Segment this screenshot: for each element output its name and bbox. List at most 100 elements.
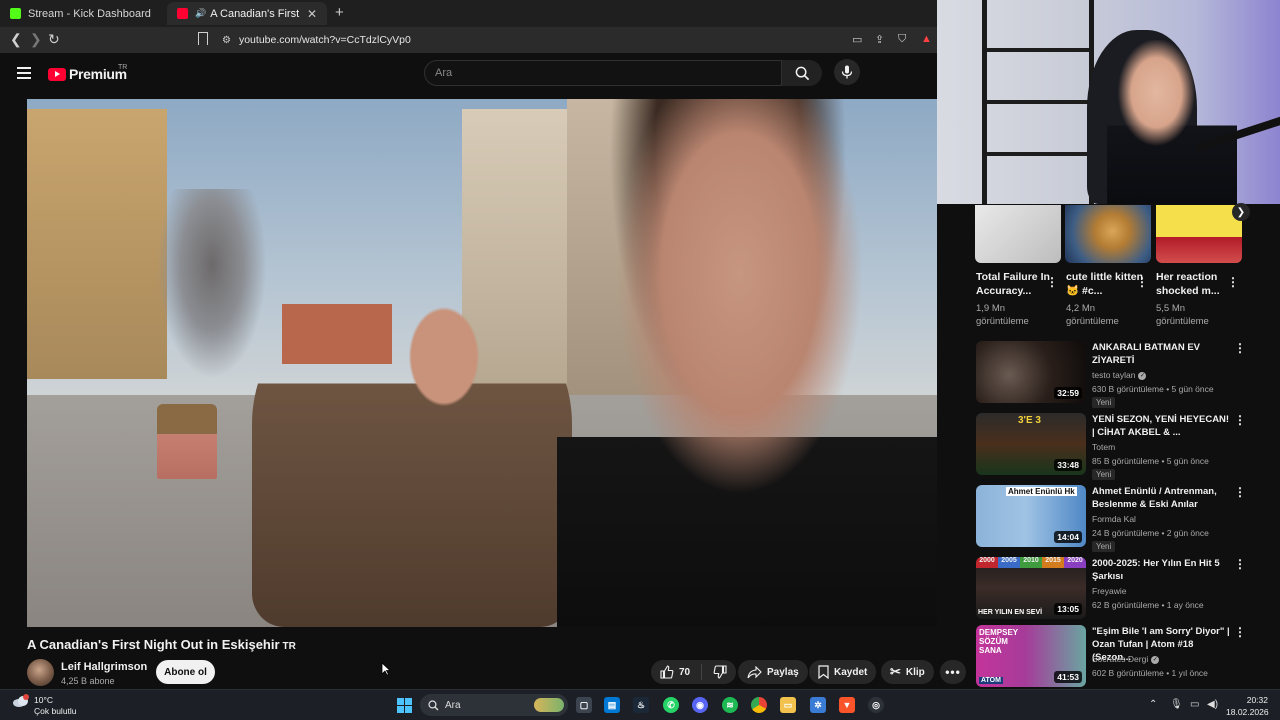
short-views: 4,2 Mn görüntüleme xyxy=(1066,303,1119,327)
recommended-video[interactable]: 3'E 3 33:48 YENİ SEZON, YENİ HEYECAN! | … xyxy=(976,413,1246,480)
short-title[interactable]: Total Failure In Accuracy... xyxy=(976,270,1056,298)
back-icon[interactable]: ❮ xyxy=(10,31,22,48)
tab-label: Stream - Kick Dashboard xyxy=(28,7,151,20)
video-more-icon[interactable]: ⋮ xyxy=(1234,626,1246,638)
thumbs-down-icon[interactable] xyxy=(713,665,727,679)
channel-avatar[interactable] xyxy=(27,659,54,686)
steam-icon[interactable]: ♨ xyxy=(633,697,649,713)
voice-search-button[interactable] xyxy=(834,59,860,85)
webcam-overlay xyxy=(937,0,1280,204)
chevron-right-icon: ❯ xyxy=(1236,206,1246,218)
discord-icon[interactable]: ◉ xyxy=(692,697,708,713)
short-more-icon[interactable]: ⋮ xyxy=(1046,276,1058,288)
weather-temperature: 10°C xyxy=(34,695,53,705)
search-button[interactable] xyxy=(782,60,822,86)
thumb-text: Ahmet Enünlü Hk xyxy=(1006,487,1077,496)
short-thumbnail[interactable] xyxy=(1156,205,1242,263)
video-thumbnail[interactable]: 32:59 xyxy=(976,341,1086,403)
clip-label: Klip xyxy=(905,666,925,678)
recommended-video[interactable]: Ahmet Enünlü Hk 14:04 Ahmet Enünlü / Ant… xyxy=(976,485,1246,552)
microphone-icon xyxy=(841,65,853,79)
taskbar-search[interactable]: Ara xyxy=(420,694,568,716)
thumb-year: 2015 xyxy=(1042,557,1064,568)
reload-icon[interactable]: ↻ xyxy=(48,31,60,48)
brave-browser-icon[interactable]: ▼ xyxy=(839,697,855,713)
tray-overflow-icon[interactable]: ⌃ xyxy=(1149,699,1157,710)
save-label: Kaydet xyxy=(834,666,868,678)
video-more-icon[interactable]: ⋮ xyxy=(1234,486,1246,498)
short-more-icon[interactable]: ⋮ xyxy=(1136,276,1148,288)
youtube-premium-logo[interactable]: Premium TR xyxy=(48,64,127,82)
video-more-icon[interactable]: ⋮ xyxy=(1234,414,1246,426)
weather-widget[interactable] xyxy=(12,694,30,713)
recommended-video[interactable]: 32:59 ANKARALI BATMAN EV ZİYARETİ testo … xyxy=(976,341,1246,408)
video-thumbnail[interactable]: 2000 2005 2010 2015 2020 HER YILIN EN SE… xyxy=(976,557,1086,619)
verified-check-icon: ✓ xyxy=(1138,371,1147,380)
obs-icon[interactable]: ◎ xyxy=(868,697,884,713)
webcam-streamer xyxy=(1107,40,1237,204)
search-icon xyxy=(428,699,439,710)
short-thumbnail[interactable] xyxy=(1065,205,1151,263)
channel-name: Totem xyxy=(1092,442,1116,452)
video-player[interactable] xyxy=(27,99,937,627)
windows-start-icon[interactable] xyxy=(397,698,412,713)
more-actions-button[interactable]: ••• xyxy=(940,660,966,684)
share-label: Paylaş xyxy=(767,666,799,678)
bookmark-icon[interactable] xyxy=(198,32,208,45)
search-icon xyxy=(795,66,809,80)
channel-name[interactable]: Leif Hallgrimson xyxy=(61,661,147,673)
browser-tab-kick[interactable]: Stream - Kick Dashboard xyxy=(0,2,165,25)
short-thumbnail[interactable] xyxy=(975,205,1061,263)
more-horizontal-icon: ••• xyxy=(945,665,961,679)
brave-shield-icon[interactable]: ⛉ xyxy=(898,33,906,46)
network-icon[interactable]: ▭ xyxy=(1190,699,1199,710)
clip-button[interactable]: ✂ Klip xyxy=(881,660,934,684)
video-thumbnail[interactable]: DEMPSEY SÖZÜM SANA ATOM 41:53 xyxy=(976,625,1086,687)
menu-icon[interactable] xyxy=(17,67,31,82)
clock-date: 18.02.2026 xyxy=(1226,707,1269,717)
browser-tab-youtube[interactable]: 🔊 A Canadian's First Night Out ✕ xyxy=(167,2,327,25)
new-tab-icon[interactable]: + xyxy=(335,4,344,21)
speaker-icon[interactable]: 🔊 xyxy=(195,8,206,19)
thumb-year: 2010 xyxy=(1020,557,1042,568)
volume-icon[interactable]: ◀) xyxy=(1207,699,1218,710)
spotify-icon[interactable]: ≋ xyxy=(722,697,738,713)
close-tab-icon[interactable]: ✕ xyxy=(307,7,317,21)
app-settings-icon[interactable]: ✲ xyxy=(810,697,826,713)
tray-microphone-icon[interactable]: 🎙 xyxy=(1170,699,1183,710)
microsoft-store-icon[interactable]: ▤ xyxy=(604,697,620,713)
shorts-next-button[interactable]: ❯ xyxy=(1232,203,1250,221)
share-page-icon[interactable]: ⇪ xyxy=(875,33,884,46)
verified-check-icon: ✓ xyxy=(1151,655,1160,664)
brave-rewards-icon[interactable]: ▲ xyxy=(921,33,932,45)
whatsapp-icon[interactable]: ✆ xyxy=(663,697,679,713)
video-more-icon[interactable]: ⋮ xyxy=(1234,558,1246,570)
like-button[interactable]: 70 xyxy=(660,665,690,679)
file-explorer-icon[interactable]: ▭ xyxy=(780,697,796,713)
task-view-icon[interactable]: ▢ xyxy=(576,697,592,713)
cast-icon[interactable]: ▭ xyxy=(852,33,862,46)
video-title: A Canadian's First Night Out in Eskişehi… xyxy=(27,637,296,652)
video-duration: 33:48 xyxy=(1054,459,1082,471)
bookmark-save-icon xyxy=(818,665,829,679)
recommended-video[interactable]: DEMPSEY SÖZÜM SANA ATOM 41:53 "Eşim Bile… xyxy=(976,625,1246,691)
thumb-years: 2000 2005 2010 2015 2020 xyxy=(976,557,1086,568)
recommended-video[interactable]: 2000 2005 2010 2015 2020 HER YILIN EN SE… xyxy=(976,557,1246,623)
short-title[interactable]: Her reaction shocked m... xyxy=(1156,270,1236,298)
forward-icon[interactable]: ❯ xyxy=(30,31,42,48)
address-bar[interactable]: ⚙ youtube.com/watch?v=CcTdzlCyVp0 xyxy=(222,30,937,50)
save-button[interactable]: Kaydet xyxy=(809,660,877,684)
video-thumbnail[interactable]: Ahmet Enünlü Hk 14:04 xyxy=(976,485,1086,547)
short-more-icon[interactable]: ⋮ xyxy=(1227,276,1239,288)
share-button[interactable]: Paylaş xyxy=(738,660,808,684)
search-input[interactable] xyxy=(425,61,765,85)
weather-description: Çok bulutlu xyxy=(34,706,77,716)
video-thumbnail[interactable]: 3'E 3 33:48 xyxy=(976,413,1086,475)
site-info-icon[interactable]: ⚙ xyxy=(222,35,231,46)
taskbar-clock[interactable]: 20:32 18.02.2026 xyxy=(1226,694,1269,718)
short-title[interactable]: cute little kitten 🐱 #c... xyxy=(1066,270,1146,298)
mouse-cursor-icon xyxy=(381,662,391,676)
video-more-icon[interactable]: ⋮ xyxy=(1234,342,1246,354)
chrome-icon[interactable] xyxy=(751,697,767,713)
subscribe-button[interactable]: Abone ol xyxy=(156,660,215,684)
